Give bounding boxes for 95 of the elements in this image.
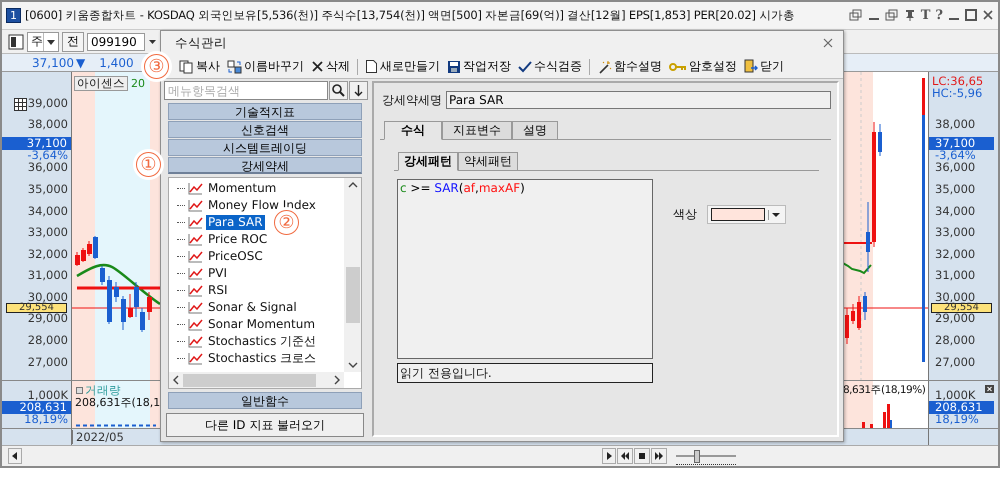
dialog-title: 수식관리	[175, 34, 227, 52]
volume-value: 8,631주(18,19%)	[842, 383, 926, 398]
axis-label: 36,000	[934, 162, 976, 174]
legend-value: LC:36,65	[932, 75, 984, 88]
name-field[interactable]: Para SAR	[446, 91, 831, 109]
toolbar-button[interactable]: 복사	[177, 58, 222, 75]
legend-value: HC:-5,96	[932, 87, 984, 100]
tree-item[interactable]: PriceOSC	[206, 249, 265, 264]
step-number-callout: ②	[274, 210, 299, 235]
price-tag: 37,100	[2, 137, 71, 150]
toolbar-button[interactable]: 수식검증	[516, 58, 584, 75]
axis-label: 29,000	[934, 313, 976, 324]
window-number: 1	[6, 8, 21, 23]
axis-label: 29,000	[28, 313, 69, 324]
tab[interactable]: 약세패턴	[458, 152, 518, 171]
volume-tag: 208,631	[2, 401, 71, 414]
toolbar-button[interactable]: 이름바꾸기	[225, 58, 306, 75]
stock-code-field[interactable]: 099190	[87, 32, 145, 51]
volume-tag: 208,631	[929, 401, 994, 414]
axis-label: 1,000K	[934, 389, 976, 402]
category-header[interactable]: 일반함수	[168, 392, 362, 409]
tree-item[interactable]: Momentum	[206, 181, 278, 196]
volume-label: 거래량	[85, 384, 121, 396]
axis-label: 30,000	[28, 292, 69, 303]
window-title: [0600] 키움종합차트 - KOSDAQ 외국인보유[5,536(천)] 주식수[13,754(천)] 액면[500] 자본금[69(억)] 결산[12월] EPS[1,853] PER[20.02] 시가총	[25, 8, 796, 23]
axis-label: 35,000	[28, 184, 69, 195]
tree-item[interactable]: PVI	[206, 266, 229, 281]
tab[interactable]: 설명	[512, 121, 558, 140]
axis-label: 38,000	[934, 119, 976, 130]
legend-text: 20	[131, 77, 145, 90]
axis-label: 31,000	[28, 270, 69, 282]
volume-percent: 18,19%	[934, 414, 979, 426]
axis-label: 34,000	[28, 206, 69, 216]
formula-editor[interactable]: c >= SAR(af,maxAF)	[397, 179, 653, 359]
price-direction: ▼	[76, 56, 86, 70]
toolbar-button[interactable]: 새로만들기	[363, 58, 442, 75]
axis-label: 35,000	[934, 184, 976, 195]
color-label: 색상	[673, 206, 697, 223]
price-tag: 37,100	[929, 137, 994, 150]
tab[interactable]: 지표변수	[442, 121, 512, 140]
axis-label: 27,000	[28, 356, 69, 368]
tab[interactable]: 수식	[384, 121, 442, 140]
price-change: 1,400	[99, 56, 134, 70]
tab[interactable]: 강세패턴	[398, 152, 458, 171]
previous-button[interactable]: 전	[62, 32, 84, 52]
period-dropdown[interactable]: 주	[27, 32, 59, 52]
step-number-callout: ③	[144, 54, 169, 79]
indicator-legend[interactable]: 아이센스	[74, 76, 128, 92]
axis-label: 39,000	[28, 98, 69, 109]
tree-item[interactable]: Price ROC	[206, 232, 270, 247]
axis-label: 33,000	[28, 227, 69, 238]
load-indicator-button[interactable]: 다른 ID 지표 불러오기	[166, 413, 364, 437]
change-percent: -3,64%	[27, 150, 69, 162]
tree-item[interactable]: Sonar & Signal	[206, 300, 299, 315]
tree-item[interactable]: Para SAR	[206, 215, 265, 230]
axis-label: 31,000	[934, 270, 976, 282]
search-field[interactable]: 메뉴항목검색	[164, 81, 328, 100]
toolbar-button[interactable]: 작업저장	[445, 58, 513, 75]
axis-label: 32,000	[934, 248, 976, 260]
axis-label: 32,000	[28, 248, 69, 260]
date-label: 2022/05	[72, 430, 124, 444]
axis-label: 34,000	[934, 206, 976, 216]
step-number-callout: ①	[136, 152, 161, 177]
tree-item[interactable]: RSI	[206, 283, 230, 298]
tree-item[interactable]: Money Flow Index	[206, 198, 318, 213]
tree-item[interactable]: Stochastics 기준선	[206, 334, 318, 349]
toolbar-button[interactable]: 삭제	[309, 58, 352, 75]
category-header[interactable]: 시스템트레이딩	[168, 139, 362, 156]
axis-label: 28,000	[28, 335, 69, 346]
category-header[interactable]: 강세약세	[168, 157, 362, 174]
axis-label: 28,000	[934, 335, 976, 346]
toolbar-button[interactable]: 닫기	[742, 58, 786, 75]
axis-label: 38,000	[28, 119, 69, 130]
category-header[interactable]: 신호검색	[168, 121, 362, 138]
volume-percent: 18,19%	[24, 414, 69, 426]
toolbar-button[interactable]: 함수설명	[595, 58, 664, 75]
toolbar-button[interactable]: 암호설정	[667, 58, 739, 75]
formula-text: c >= SAR(af,maxAF)	[399, 180, 526, 196]
axis-label: 36,000	[28, 162, 69, 174]
axis-label: 30,000	[934, 292, 976, 303]
category-header[interactable]: 기술적지표	[168, 103, 362, 120]
current-price: 37,100	[32, 56, 74, 70]
axis-label: 1,000K	[28, 389, 69, 402]
status-message: 읽기 전용입니다.	[397, 363, 653, 383]
crosshair-value-tag: 29,554	[931, 303, 992, 314]
tree-item[interactable]: Stochastics 크로스	[206, 351, 318, 366]
crosshair-value-tag: 29,554	[6, 303, 67, 314]
change-percent: -3,64%	[934, 150, 977, 162]
title-bar-button[interactable]: ?	[935, 8, 943, 23]
name-label: 강세약세명	[382, 92, 442, 108]
axis-label: 33,000	[934, 227, 976, 238]
axis-label: 27,000	[934, 356, 976, 368]
tree-item[interactable]: Sonar Momentum	[206, 317, 318, 332]
title-bar-button[interactable]: T	[920, 8, 930, 23]
volume-value: 208,631주(18,1	[74, 396, 160, 410]
